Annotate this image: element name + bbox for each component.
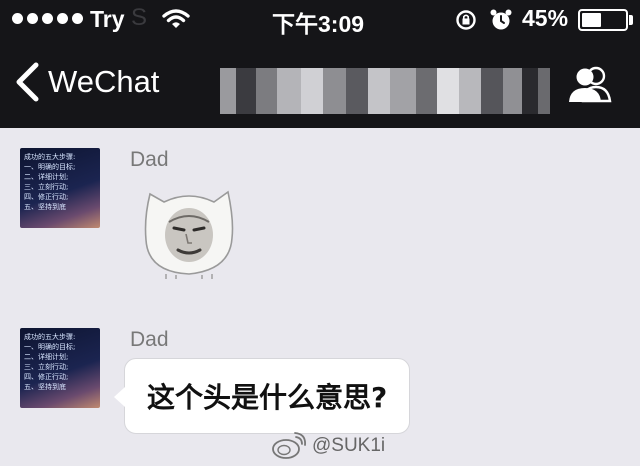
signal-dot xyxy=(57,13,68,24)
signal-dot xyxy=(12,13,23,24)
avatar-text: 成功的五大步骤: 一、明确的目标; 二、详细计划; 三、立刻行动; 四、修正行动… xyxy=(24,333,76,391)
message-row: 成功的五大步骤: 一、明确的目标; 二、详细计划; 三、立刻行动; 四、修正行动… xyxy=(0,128,640,298)
weibo-watermark: @SUK1i xyxy=(270,432,385,460)
avatar-text: 成功的五大步骤: 一、明确的目标; 二、详细计划; 三、立刻行动; 四、修正行动… xyxy=(24,153,76,211)
signal-dot xyxy=(72,13,83,24)
sender-name: Dad xyxy=(130,148,169,171)
avatar[interactable]: 成功的五大步骤: 一、明确的目标; 二、详细计划; 三、立刻行动; 四、修正行动… xyxy=(20,328,100,408)
navigation-bar: WeChat xyxy=(0,40,640,128)
message-bubble[interactable]: 这个头是什么意思? xyxy=(114,358,411,434)
battery-percent: 45% xyxy=(522,5,569,31)
signal-dot xyxy=(27,13,38,24)
carrier-name: Try xyxy=(90,6,125,32)
wifi-icon xyxy=(162,9,190,28)
status-time: 下午3:09 xyxy=(272,11,365,37)
sender-name: Dad xyxy=(130,328,169,351)
battery-icon xyxy=(578,9,628,31)
group-members-icon[interactable] xyxy=(566,64,614,104)
alarm-icon xyxy=(490,9,512,30)
signal-dots xyxy=(12,13,83,24)
message-text: 这个头是什么意思? xyxy=(147,381,388,414)
battery-tip xyxy=(629,15,633,25)
signal-dot xyxy=(42,13,53,24)
battery-level xyxy=(582,13,601,27)
top-bar: Try S 下午3:09 45% WeChat xyxy=(0,0,640,128)
back-label: WeChat xyxy=(48,64,160,99)
status-bar: Try S 下午3:09 45% xyxy=(0,0,640,40)
watermark-text: @SUK1i xyxy=(312,435,386,456)
bear-face-sticker-icon[interactable] xyxy=(136,180,242,280)
avatar[interactable]: 成功的五大步骤: 一、明确的目标; 二、详细计划; 三、立刻行动; 四、修正行动… xyxy=(20,148,100,228)
chevron-left-icon xyxy=(16,62,39,102)
chat-title-blurred xyxy=(220,68,551,114)
back-button[interactable]: WeChat xyxy=(14,62,159,102)
carrier-suffix: S xyxy=(131,4,148,31)
weibo-logo-icon xyxy=(272,432,306,459)
bubble-tail xyxy=(114,387,125,407)
rotation-lock-icon xyxy=(456,10,476,30)
